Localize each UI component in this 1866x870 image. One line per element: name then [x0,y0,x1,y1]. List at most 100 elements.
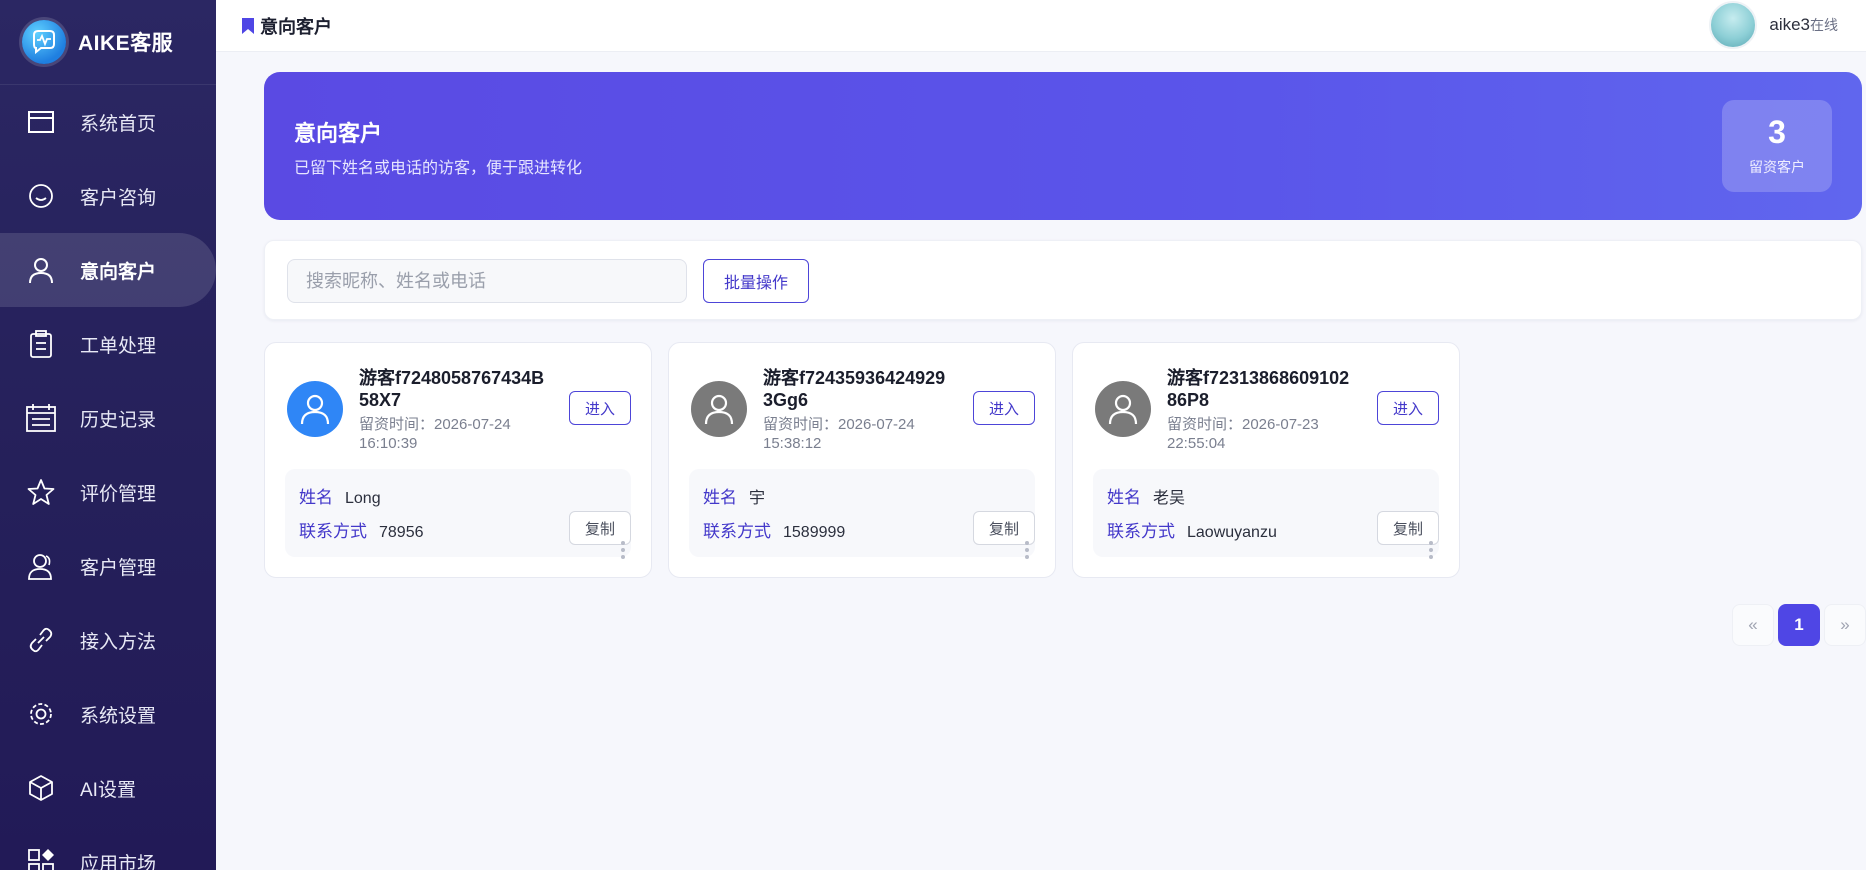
lead-card: 游客f724359364249293Gg6 留资时间：2026-07-24 15… [668,342,1056,578]
contact-row: 联系方式 78956 [299,517,424,542]
user-menu[interactable]: aike3 在线 [1709,1,1838,49]
top-bar: 意向客户 aike3 在线 [216,0,1866,52]
link-icon [26,625,56,655]
lead-info: 姓名 老吴 联系方式 Laowuyanzu 复制 [1093,469,1439,559]
sidebar-item-tickets[interactable]: 工单处理 [0,307,216,381]
bookmark-icon [242,17,254,34]
batch-operation-button[interactable]: 批量操作 [703,259,809,303]
contact-value: Laowuyanzu [1187,524,1277,541]
enter-button[interactable]: 进入 [973,391,1035,425]
sidebar-item-customers[interactable]: 客户管理 [0,529,216,603]
gear-icon [26,699,56,729]
user-name: aike3 [1769,15,1810,34]
sidebar-item-label: 接入方法 [80,631,157,653]
sidebar-item-consult[interactable]: 客户咨询 [0,159,216,233]
sidebar: AIKE客服 系统首页 客户咨询 意向客户 工单处理 历史记录 评价管理 客户管… [0,0,216,870]
brand[interactable]: AIKE客服 [0,0,216,85]
contact-row: 联系方式 Laowuyanzu [1107,517,1277,542]
avatar[interactable] [1709,1,1758,49]
sidebar-item-leads[interactable]: 意向客户 [0,233,216,307]
name-row: 姓名 老吴 [1107,483,1185,508]
user-icon [26,255,56,285]
star-icon [26,477,56,507]
name-value: 老吴 [1153,490,1186,507]
search-input[interactable] [287,259,687,303]
name-label: 姓名 [1107,488,1141,507]
enter-button[interactable]: 进入 [569,391,631,425]
logo-icon [22,20,66,64]
name-row: 姓名宇 [703,483,765,508]
contact-value: 78956 [379,524,424,541]
more-icon[interactable] [1025,541,1029,562]
name-row: 姓名 Long [299,483,381,508]
page-banner: 意向客户 已留下姓名或电话的访客，便于跟进转化 3 留资客户 [264,72,1862,220]
lead-time: 留资时间：2026-07-24 16:10:39 [359,416,511,452]
contact-value: 1589999 [783,524,846,541]
next-page-button[interactable]: » [1824,604,1866,646]
copy-button[interactable]: 复制 [973,511,1035,545]
name-value: 宇 [749,490,766,507]
banner-title: 意向客户 [294,121,383,146]
sidebar-item-home[interactable]: 系统首页 [0,85,216,159]
sidebar-item-label: 工单处理 [80,335,157,357]
sidebar-item-label: 客户咨询 [80,187,157,209]
copy-button[interactable]: 复制 [1377,511,1439,545]
copy-button[interactable]: 复制 [569,511,631,545]
page-title: 意向客户 [260,16,332,37]
calendar-list-icon [26,403,56,433]
sidebar-item-label: 评价管理 [80,483,157,505]
lead-info: 姓名 Long 联系方式 78956 复制 [285,469,631,559]
lead-time: 留资时间：2026-07-23 22:55:04 [1167,416,1319,452]
apps-icon [26,847,56,870]
more-icon[interactable] [621,541,625,562]
page-button-current[interactable]: 1 [1778,604,1820,646]
cube-icon [26,773,56,803]
stat-value: 3 [1768,114,1786,150]
clipboard-icon [26,329,56,359]
name-label: 姓名 [703,488,737,507]
more-icon[interactable] [1429,541,1433,562]
sidebar-item-label: 历史记录 [80,409,157,431]
pagination: « 1 » [1730,604,1866,646]
contact-label: 联系方式 [299,522,367,541]
sidebar-item-label: AI设置 [80,779,136,801]
users-icon [26,551,56,581]
brand-name: AIKE客服 [78,32,174,55]
lead-time: 留资时间：2026-07-24 15:38:12 [763,416,915,452]
name-value: Long [345,490,381,507]
window-icon [26,107,56,137]
sidebar-item-label: 客户管理 [80,557,157,579]
sidebar-item-settings[interactable]: 系统设置 [0,677,216,751]
search-panel: 批量操作 [264,240,1862,320]
sidebar-nav: 系统首页 客户咨询 意向客户 工单处理 历史记录 评价管理 客户管理 接入方法 … [0,85,216,870]
stat-label: 留资客户 [1749,159,1805,175]
visitor-avatar-icon [691,381,747,437]
lead-card: 游客f7231386860910286P8 留资时间：2026-07-23 22… [1072,342,1460,578]
sidebar-item-history[interactable]: 历史记录 [0,381,216,455]
sidebar-item-reviews[interactable]: 评价管理 [0,455,216,529]
contact-label: 联系方式 [703,522,771,541]
lead-count-stat: 3 留资客户 [1722,100,1832,192]
prev-page-button[interactable]: « [1732,604,1774,646]
enter-button[interactable]: 进入 [1377,391,1439,425]
chat-bubble-icon [26,181,56,211]
visitor-avatar-icon [1095,381,1151,437]
banner-subtitle: 已留下姓名或电话的访客，便于跟进转化 [294,160,583,177]
sidebar-item-market[interactable]: 应用市场 [0,825,216,870]
lead-info: 姓名宇 联系方式 1589999 复制 [689,469,1035,559]
visitor-avatar-icon [287,381,343,437]
user-status: 在线 [1810,17,1838,33]
visitor-name: 游客f7231386860910286P8 [1167,368,1350,410]
lead-card: 游客f7248058767434B58X7 留资时间：2026-07-24 16… [264,342,652,578]
sidebar-item-access[interactable]: 接入方法 [0,603,216,677]
sidebar-item-ai[interactable]: AI设置 [0,751,216,825]
sidebar-item-label: 意向客户 [80,261,157,283]
name-label: 姓名 [299,488,333,507]
contact-row: 联系方式 1589999 [703,517,845,542]
sidebar-item-label: 系统首页 [80,113,157,135]
sidebar-item-label: 应用市场 [80,853,157,870]
sidebar-item-label: 系统设置 [80,705,157,727]
visitor-name: 游客f7248058767434B58X7 [359,368,545,410]
visitor-name: 游客f724359364249293Gg6 [763,368,946,410]
contact-label: 联系方式 [1107,522,1175,541]
